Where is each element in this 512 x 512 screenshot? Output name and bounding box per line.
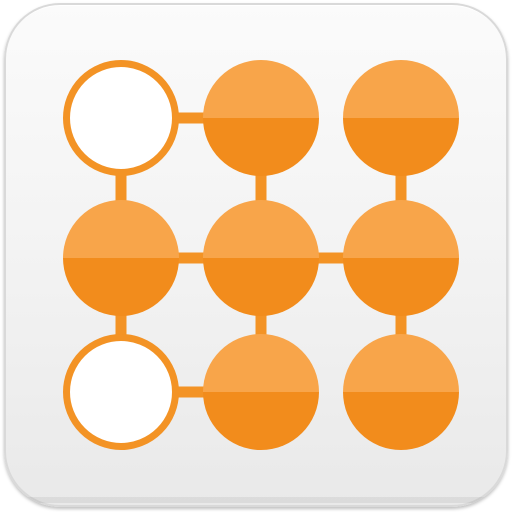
- pattern-dot-empty: [63, 334, 179, 450]
- pattern-dot-empty: [63, 60, 179, 176]
- pattern-lock-icon: [63, 60, 459, 450]
- pattern-dot-filled: [343, 334, 459, 450]
- app-icon-canvas: [0, 0, 512, 512]
- pattern-dot-filled: [203, 200, 319, 316]
- pattern-dot-filled: [203, 60, 319, 176]
- pattern-dot-filled: [343, 200, 459, 316]
- pattern-dot-filled: [203, 334, 319, 450]
- pattern-dots: [63, 60, 459, 450]
- pattern-dot-filled: [63, 200, 179, 316]
- pattern-dot-filled: [343, 60, 459, 176]
